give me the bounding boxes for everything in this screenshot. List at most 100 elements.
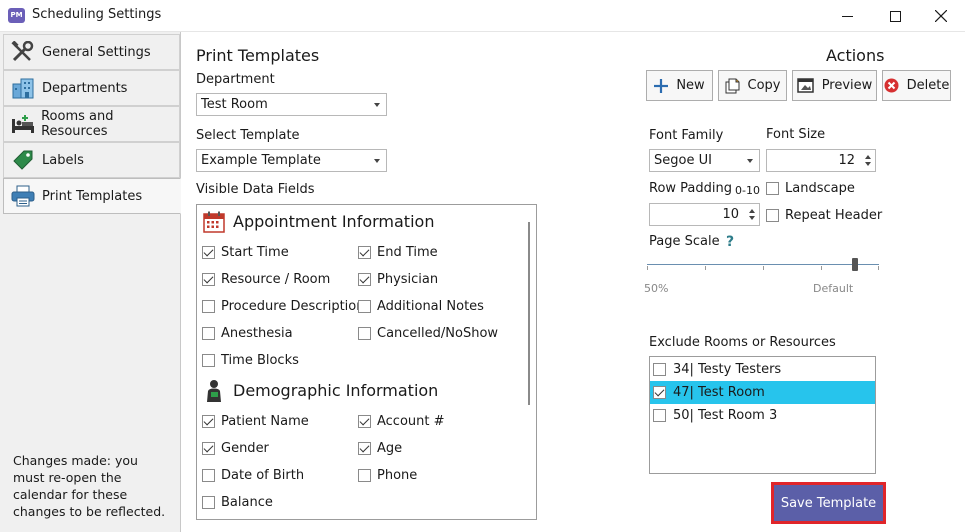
minimize-icon [841, 15, 853, 17]
spin-up-icon[interactable] [749, 209, 755, 213]
template-select[interactable]: Example Template [196, 149, 387, 172]
checkbox-box [202, 442, 215, 455]
help-icon[interactable]: ? [726, 234, 734, 250]
font-size-label: Font Size [766, 127, 826, 142]
checkbox-label: Procedure Description [221, 299, 365, 314]
new-button[interactable]: New [646, 70, 713, 101]
landscape-checkbox[interactable]: Landscape [766, 181, 855, 196]
checkbox-balance[interactable]: Balance [202, 495, 273, 510]
checkbox-box [358, 246, 371, 259]
font-family-select[interactable]: Segoe UI [649, 149, 760, 172]
save-template-button[interactable]: Save Template [771, 482, 886, 524]
checkbox-label: Cancelled/NoShow [377, 326, 499, 341]
checkbox-physician[interactable]: Physician [358, 272, 438, 287]
font-size-value: 12 [838, 153, 855, 168]
window-title: Scheduling Settings [32, 7, 162, 22]
sidebar-item-general-settings[interactable]: General Settings [3, 34, 180, 70]
preview-icon [796, 78, 814, 93]
checkbox-end-time[interactable]: End Time [358, 245, 438, 260]
checkbox-box [202, 327, 215, 340]
sidebar-item-rooms-and-resources[interactable]: Rooms and Resources [3, 106, 180, 142]
calendar-icon [203, 211, 225, 233]
slider-tick [763, 266, 764, 270]
checkbox-box [653, 409, 666, 422]
font-size-stepper[interactable]: 12 [766, 149, 876, 172]
repeat-header-checkbox[interactable]: Repeat Header [766, 208, 882, 223]
spin-down-icon[interactable] [865, 162, 871, 166]
appointment-section-title: Appointment Information [233, 212, 435, 231]
slider-tick [821, 266, 822, 270]
list-item[interactable]: 34| Testy Testers [650, 358, 875, 381]
demographic-section-title: Demographic Information [233, 381, 439, 400]
checkbox-box [202, 273, 215, 286]
select-template-label: Select Template [196, 128, 300, 143]
close-button[interactable] [918, 0, 964, 32]
checkbox-age[interactable]: Age [358, 441, 402, 456]
chevron-down-icon [374, 103, 380, 107]
minimize-button[interactable] [824, 0, 870, 32]
checkbox-label: Patient Name [221, 414, 309, 429]
row-padding-range: 0-10 [735, 184, 760, 197]
font-family-value: Segoe UI [654, 153, 712, 168]
checkbox-box [358, 273, 371, 286]
template-value: Example Template [201, 153, 321, 168]
close-icon [935, 10, 947, 22]
page-scale-label: Page Scale [649, 234, 720, 249]
checkbox-box [766, 182, 779, 195]
sidebar-item-departments[interactable]: Departments [3, 70, 180, 106]
page-scale-slider-thumb[interactable] [852, 258, 858, 271]
checkbox-label: Physician [377, 272, 439, 287]
checkbox-box [358, 300, 371, 313]
checkbox-label: Balance [221, 495, 273, 510]
slider-tick [705, 266, 706, 270]
list-item[interactable]: 50| Test Room 3 [650, 404, 875, 427]
sidebar-item-labels[interactable]: Labels [3, 142, 180, 178]
building-icon [10, 77, 36, 99]
slider-tick [878, 266, 879, 270]
checkbox-resource-room[interactable]: Resource / Room [202, 272, 330, 287]
list-item-label: 47| Test Room [673, 385, 765, 400]
checkbox-start-time[interactable]: Start Time [202, 245, 289, 260]
checkbox-procedure-description[interactable]: Procedure Description [202, 299, 365, 314]
printer-icon [10, 185, 36, 207]
exclude-rooms-list[interactable]: 34| Testy Testers 47| Test Room 50| Test… [649, 356, 876, 474]
row-padding-stepper[interactable]: 10 [649, 203, 760, 226]
sidebar-item-label: General Settings [42, 44, 151, 60]
chevron-down-icon [374, 159, 380, 163]
actions-heading: Actions [826, 46, 885, 65]
scale-min-label: 50% [644, 282, 669, 295]
checkbox-time-blocks[interactable]: Time Blocks [202, 353, 299, 368]
checkbox-label: Age [377, 441, 403, 456]
checkbox-anesthesia[interactable]: Anesthesia [202, 326, 293, 341]
vertical-scrollbar[interactable] [528, 222, 530, 405]
department-select[interactable]: Test Room [196, 93, 387, 116]
checkbox-box [766, 209, 779, 222]
chevron-down-icon [747, 159, 753, 163]
checkbox-label: Additional Notes [377, 299, 484, 314]
person-icon [207, 380, 221, 402]
sidebar-item-print-templates[interactable]: Print Templates [3, 178, 181, 214]
page-scale-slider-track[interactable] [647, 264, 879, 265]
copy-button[interactable]: Copy [718, 70, 787, 101]
spin-down-icon[interactable] [749, 216, 755, 220]
copy-icon [725, 78, 739, 93]
checkbox-patient-name[interactable]: Patient Name [202, 414, 309, 429]
checkbox-phone[interactable]: Phone [358, 468, 417, 483]
maximize-button[interactable] [872, 0, 918, 32]
spin-up-icon[interactable] [865, 155, 871, 159]
checkbox-additional-notes[interactable]: Additional Notes [358, 299, 484, 314]
checkbox-label: Repeat Header [785, 208, 883, 223]
checkbox-label: Resource / Room [221, 272, 331, 287]
scale-default-label: Default [813, 282, 854, 295]
delete-button[interactable]: Delete [882, 70, 951, 101]
preview-button[interactable]: Preview [792, 70, 877, 101]
checkbox-date-of-birth[interactable]: Date of Birth [202, 468, 304, 483]
list-item[interactable]: 47| Test Room [650, 381, 875, 404]
checkbox-label: Start Time [221, 245, 289, 260]
sidebar-item-label: Rooms and Resources [41, 109, 114, 139]
visible-fields-panel[interactable]: Appointment Information Start Time End T… [196, 204, 537, 520]
checkbox-gender[interactable]: Gender [202, 441, 269, 456]
checkbox-cancelled-noshow[interactable]: Cancelled/NoShow [358, 326, 498, 341]
plus-icon [654, 78, 669, 93]
checkbox-account-number[interactable]: Account # [358, 414, 445, 429]
